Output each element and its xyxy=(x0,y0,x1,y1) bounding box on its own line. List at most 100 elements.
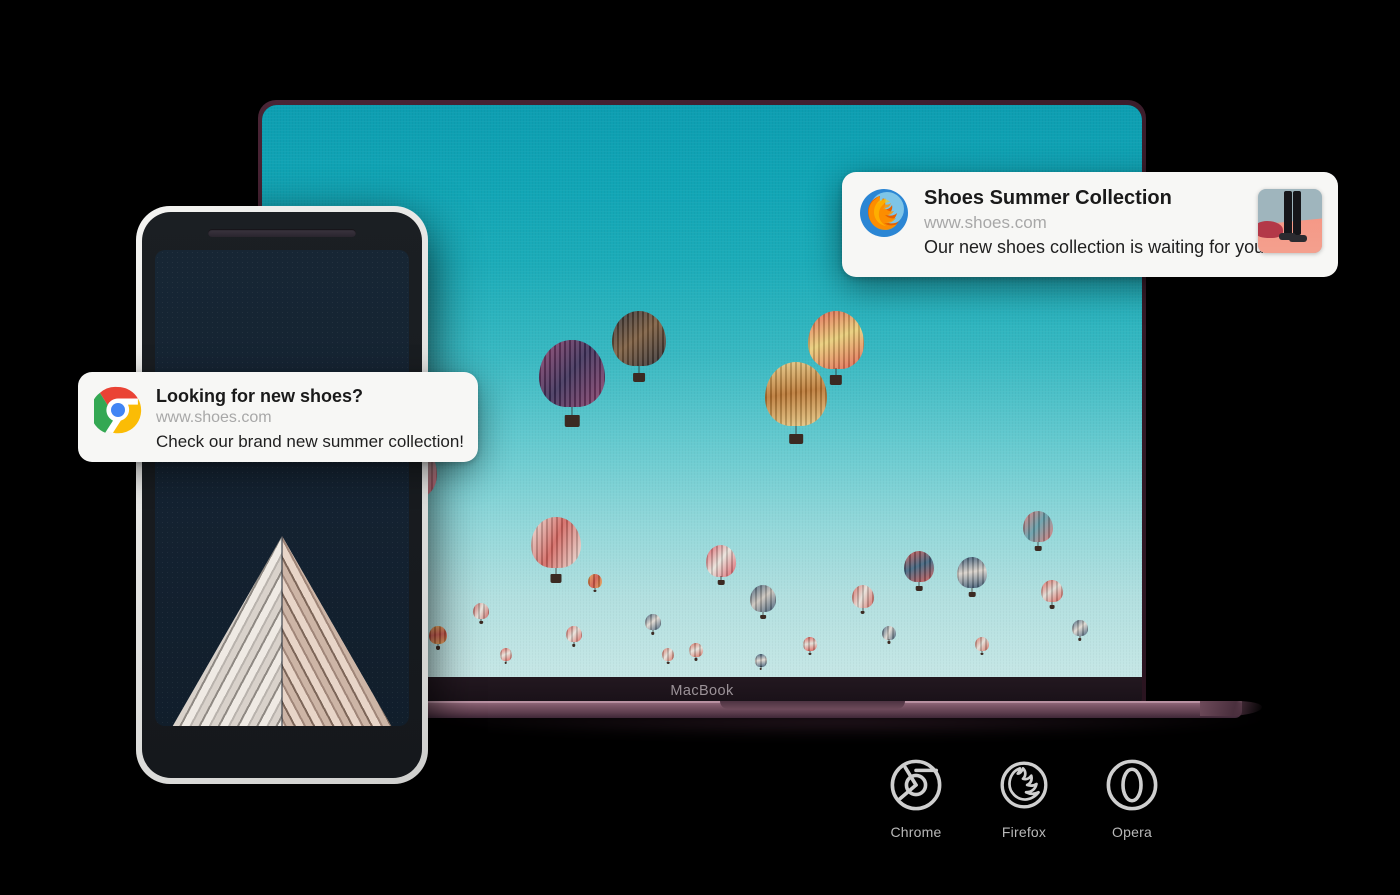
balloon-envelope xyxy=(499,648,512,661)
browser-item-chrome[interactable]: Chrome xyxy=(874,758,958,854)
balloon-basket xyxy=(829,375,842,385)
scene-root: MacBook Looking for new shoes? www.shoes… xyxy=(0,0,1400,895)
notification-title: Looking for new shoes? xyxy=(156,386,364,406)
notification-title: Shoes Summer Collection xyxy=(924,187,1172,209)
balloon-envelope xyxy=(974,636,989,651)
browser-label: Opera xyxy=(1112,824,1152,840)
balloon xyxy=(473,602,490,624)
chrome-icon xyxy=(90,386,142,439)
laptop-base xyxy=(410,701,1270,738)
balloon xyxy=(803,636,818,655)
balloon-envelope xyxy=(750,585,777,612)
balloon-basket xyxy=(718,580,725,586)
balloon-basket xyxy=(887,641,891,644)
balloon-basket xyxy=(651,632,655,636)
balloon xyxy=(904,551,935,592)
balloon xyxy=(662,648,675,665)
notification-text-firefox: Shoes Summer Collection www.shoes.com Ou… xyxy=(924,187,1270,259)
firefox-icon xyxy=(858,187,910,244)
thumbnail-shoe-right xyxy=(1289,235,1307,242)
balloon xyxy=(1023,511,1054,552)
phone-speaker-grille xyxy=(208,229,356,237)
balloon-envelope xyxy=(531,516,582,569)
firefox-icon xyxy=(997,758,1051,812)
balloon-basket xyxy=(479,620,483,624)
opera-icon xyxy=(1105,758,1159,812)
macbook-label: MacBook xyxy=(670,682,734,699)
balloon-envelope xyxy=(1023,511,1054,543)
phone-body xyxy=(142,212,422,778)
balloon-basket xyxy=(667,662,670,665)
balloon-basket xyxy=(860,610,866,615)
balloon-basket xyxy=(593,589,597,593)
browser-label: Firefox xyxy=(1001,824,1047,840)
laptop-base-shadow xyxy=(410,716,1270,738)
balloon-basket xyxy=(550,574,562,583)
balloon-envelope xyxy=(882,625,897,640)
browser-support-row: Chrome Firefox Opera xyxy=(874,758,1174,854)
balloon xyxy=(612,310,667,382)
balloon-basket xyxy=(1034,545,1042,552)
browser-label: Chrome xyxy=(890,824,942,840)
balloon-envelope xyxy=(644,614,661,631)
balloon-envelope xyxy=(565,625,582,642)
balloon xyxy=(587,574,602,593)
balloon-basket xyxy=(504,662,507,665)
balloon-envelope xyxy=(1040,579,1063,603)
balloon-envelope xyxy=(851,585,874,609)
balloon xyxy=(754,654,767,671)
balloon xyxy=(974,636,989,655)
balloon-basket xyxy=(694,658,698,661)
balloon-envelope xyxy=(473,602,490,619)
laptop-base-slab xyxy=(420,701,1242,718)
balloon-basket xyxy=(759,668,763,671)
phone-wallpaper-building xyxy=(155,536,409,726)
balloon-envelope xyxy=(803,636,818,651)
balloon-envelope xyxy=(539,339,606,408)
balloon-basket xyxy=(980,652,984,655)
balloon-envelope xyxy=(765,362,828,427)
balloon-envelope xyxy=(587,574,602,589)
balloon-envelope xyxy=(429,625,448,645)
notification-url: www.shoes.com xyxy=(924,212,1047,232)
balloon-envelope xyxy=(957,556,988,589)
laptop-base-taper xyxy=(1200,701,1262,716)
balloon xyxy=(531,516,582,583)
browser-item-firefox[interactable]: Firefox xyxy=(982,758,1066,854)
balloon xyxy=(851,585,874,615)
balloon xyxy=(1040,579,1063,609)
notification-thumbnail-shoes xyxy=(1258,189,1322,253)
building-roof-right xyxy=(282,536,397,726)
notification-body: Check our brand new summer collection! xyxy=(156,432,465,452)
balloon-basket xyxy=(633,372,646,382)
phone-device xyxy=(136,206,428,784)
balloon xyxy=(499,648,512,665)
balloon-basket xyxy=(1049,604,1055,609)
balloon-basket xyxy=(916,585,923,592)
phone-shell xyxy=(136,206,428,784)
notification-card-firefox[interactable]: Shoes Summer Collection www.shoes.com Ou… xyxy=(842,172,1338,277)
balloon-envelope xyxy=(706,545,737,577)
notification-card-chrome[interactable]: Looking for new shoes? www.shoes.com Che… xyxy=(78,372,478,462)
balloon xyxy=(539,339,606,427)
chrome-icon xyxy=(889,758,943,812)
balloon-envelope xyxy=(612,310,667,367)
balloon-basket xyxy=(968,591,976,597)
balloon-basket xyxy=(760,615,767,620)
notification-text-chrome: Looking for new shoes? www.shoes.com Che… xyxy=(156,386,465,453)
balloon xyxy=(429,625,448,650)
notification-body: Our new shoes collection is waiting for … xyxy=(924,236,1270,257)
balloon xyxy=(706,545,737,586)
balloon xyxy=(765,362,828,445)
browser-item-opera[interactable]: Opera xyxy=(1090,758,1174,854)
balloon-envelope xyxy=(904,551,935,583)
balloon-envelope xyxy=(662,648,675,661)
balloon xyxy=(688,642,703,661)
balloon xyxy=(750,585,777,620)
phone-screen xyxy=(155,250,409,726)
thumbnail-leg-left xyxy=(1284,191,1292,235)
notification-url: www.shoes.com xyxy=(156,409,272,427)
balloon-envelope xyxy=(807,310,864,369)
balloon-basket xyxy=(436,646,441,650)
building-ridge xyxy=(281,536,283,726)
